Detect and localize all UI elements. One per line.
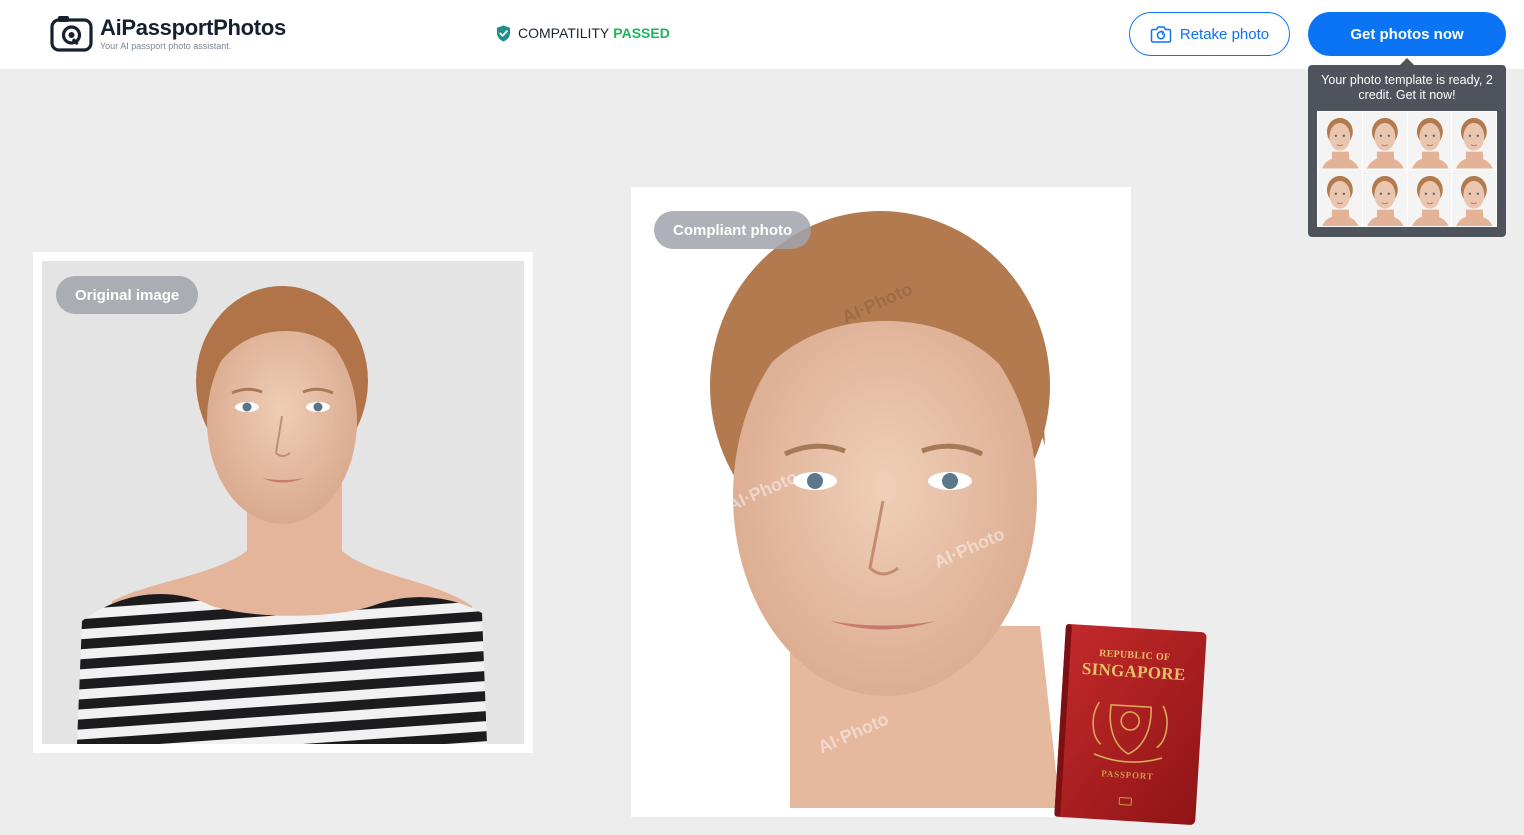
original-photo <box>42 261 524 744</box>
compliant-photo-card: AI·Photo AI·Photo AI·Photo AI·Photo <box>631 187 1131 817</box>
retake-photo-button[interactable]: Retake photo <box>1129 12 1290 56</box>
status-value: PASSED <box>613 25 670 41</box>
template-thumbnail <box>1407 169 1452 226</box>
top-header: AiPassportPhotos Your AI passport photo … <box>0 0 1524 69</box>
app-tagline: Your AI passport photo assistant. <box>100 40 232 51</box>
original-image-badge: Original image <box>56 276 199 314</box>
tooltip-message: Your photo template is ready, 2 credit. … <box>1321 73 1493 102</box>
passport-book: REPUBLIC OF SINGAPORE PASSPORT <box>1052 622 1209 827</box>
camera-refresh-icon <box>1150 26 1172 43</box>
retake-photo-label: Retake photo <box>1179 25 1270 43</box>
template-thumbnail <box>1452 112 1496 169</box>
get-photos-button[interactable]: Get photos now <box>1308 12 1506 56</box>
camera-logo-icon <box>50 16 93 52</box>
portrait-illustration <box>42 261 524 744</box>
compliant-photo: AI·Photo AI·Photo AI·Photo AI·Photo <box>640 196 1122 808</box>
photo-template-grid <box>1317 111 1497 227</box>
template-thumbnail <box>1362 112 1407 169</box>
template-thumbnail <box>1318 112 1362 169</box>
shield-check-icon <box>497 25 510 41</box>
template-thumbnail <box>1452 169 1496 226</box>
template-thumbnail <box>1318 169 1362 226</box>
get-photos-label: Get photos now <box>1350 25 1464 43</box>
template-thumbnail <box>1407 112 1452 169</box>
status-label: COMPATILITY <box>518 25 610 41</box>
template-ready-tooltip[interactable]: Your photo template is ready, 2 credit. … <box>1308 58 1506 237</box>
compatibility-status: COMPATILITY PASSED <box>496 24 670 42</box>
template-thumbnail <box>1362 169 1407 226</box>
compliant-photo-badge: Compliant photo <box>654 211 812 249</box>
app-name: AiPassportPhotos <box>100 14 286 40</box>
app-logo[interactable]: AiPassportPhotos Your AI passport photo … <box>50 14 286 52</box>
original-image-card <box>33 252 533 753</box>
